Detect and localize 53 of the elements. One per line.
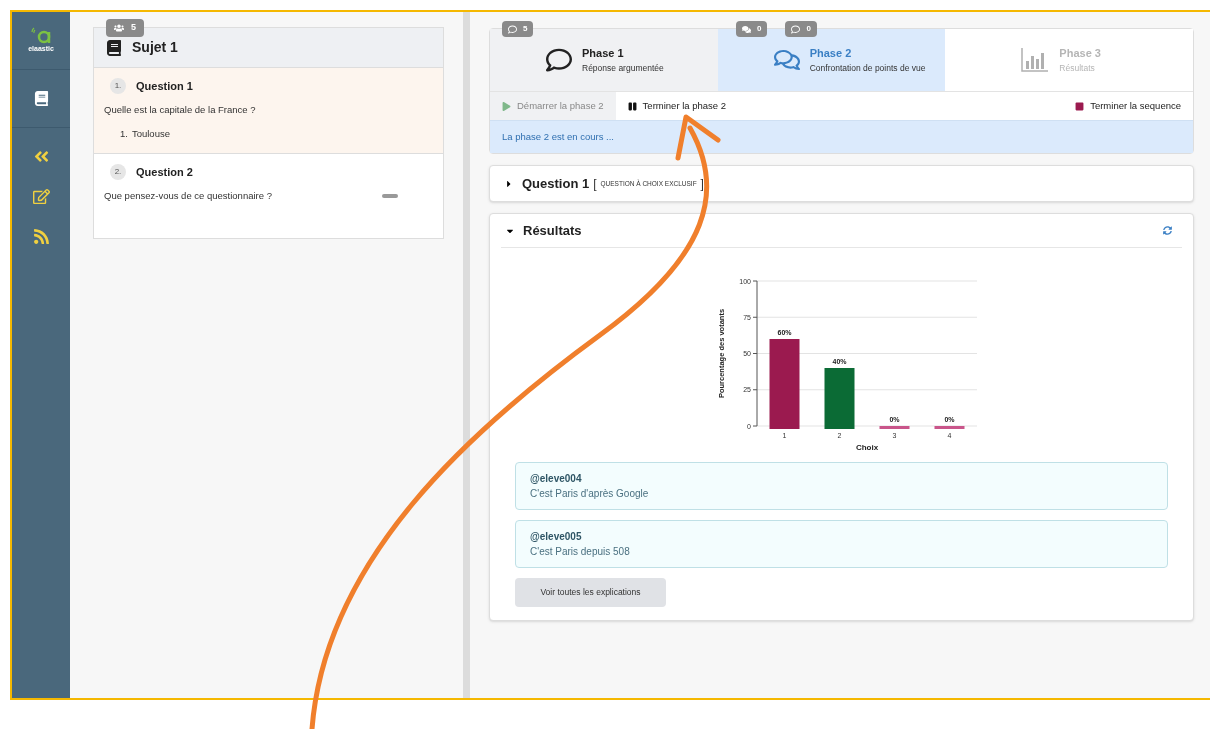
edit-icon[interactable] <box>32 187 50 205</box>
phase-subtitle: Résultats <box>1059 61 1096 75</box>
show-all-button[interactable]: Voir toutes les explications <box>515 578 666 607</box>
explanation-text: C'est Paris depuis 508 <box>530 545 631 559</box>
bracket: [ <box>593 175 597 193</box>
phase-subtitle: Réponse argumentée <box>582 61 664 75</box>
refresh-icon[interactable] <box>1163 226 1172 235</box>
phase-title: Phase 3 <box>1059 46 1101 62</box>
comments-icon <box>742 24 751 34</box>
stop-icon <box>1075 101 1085 111</box>
phase-subtitle: Confrontation de points de vue <box>809 61 926 75</box>
bar <box>879 426 909 429</box>
speech-bubbles-icon <box>773 47 800 73</box>
book-icon[interactable] <box>33 91 49 106</box>
comment-icon <box>791 24 801 34</box>
bar <box>824 368 854 429</box>
question-number: 1. <box>110 78 126 95</box>
count-badge: 5 <box>502 21 534 37</box>
panel-title: Question 1 <box>522 174 590 193</box>
feed-icon[interactable] <box>32 227 50 245</box>
pause-icon <box>627 101 637 111</box>
speech-bubble-icon <box>546 47 572 73</box>
phase-title: Phase 1 <box>582 46 625 62</box>
question-item[interactable]: 1. Question 1 Quelle est la capitale de la France ? 1. Toulouse <box>94 68 443 153</box>
bracket: ] <box>700 175 704 193</box>
count-badge: 0 <box>736 21 768 37</box>
bar-chart-icon <box>1021 48 1050 72</box>
play-icon <box>502 101 511 111</box>
explanation-author: @eleve005 <box>530 530 583 544</box>
book-icon <box>106 39 122 56</box>
question-number: 2. <box>110 164 126 181</box>
students-badge: 5 <box>106 19 144 37</box>
phase-title: Phase 2 <box>809 46 853 62</box>
question-title: Question 2 <box>136 165 193 180</box>
question-text: Quelle est la capitale de la France ? <box>104 102 256 117</box>
answer-text: Toulouse <box>131 126 170 141</box>
x-axis-label: Choix <box>855 443 878 452</box>
question-title: Question 1 <box>136 79 193 94</box>
bar <box>934 426 964 429</box>
explanation-author: @eleve004 <box>530 472 583 486</box>
subject-title: Sujet 1 <box>132 38 178 57</box>
explanation-text: C'est Paris d'après Google <box>530 487 650 501</box>
count-badge: 0 <box>785 21 817 37</box>
comment-icon <box>508 24 517 34</box>
phase-control-button[interactable]: Terminer la phase 2 <box>615 92 739 120</box>
results-title: Résultats <box>523 221 582 240</box>
status-message: La phase 2 est en cours ... <box>502 129 614 144</box>
question-text: Que pensez-vous de ce questionnaire ? <box>104 188 272 203</box>
users-icon <box>114 23 124 33</box>
phase-control-button[interactable]: Terminer la sequence <box>1063 92 1193 120</box>
dash-icon <box>382 193 398 198</box>
answer-number: 1. <box>120 126 128 141</box>
logo-icon <box>30 26 52 45</box>
